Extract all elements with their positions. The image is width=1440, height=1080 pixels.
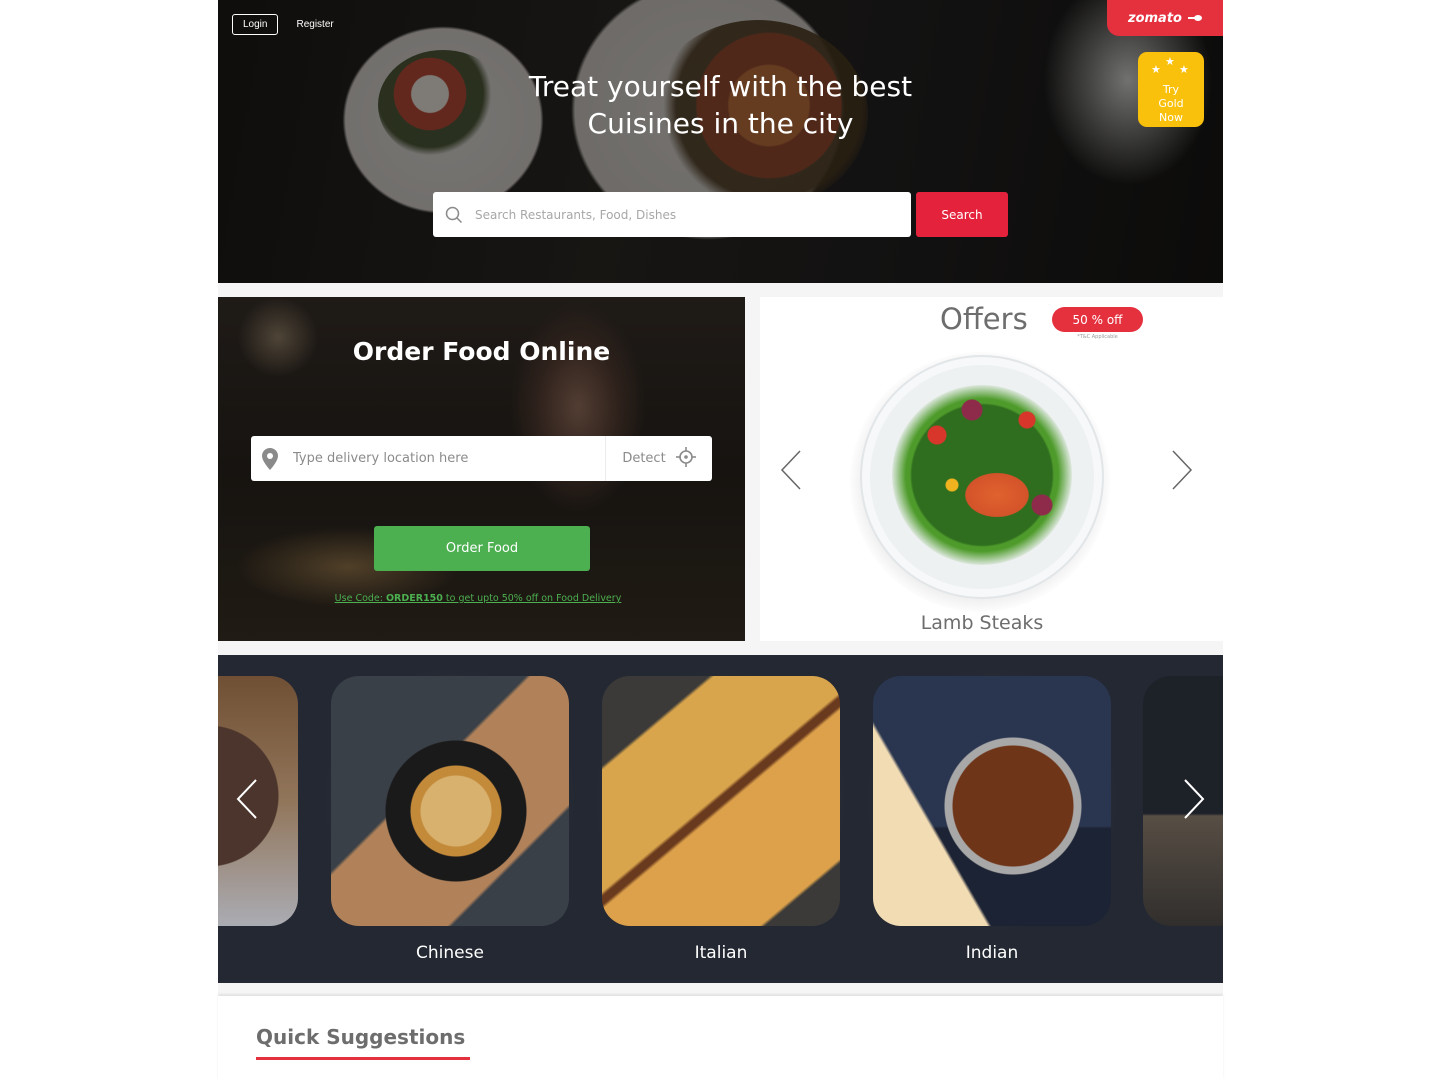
brand-name: zomato (1128, 10, 1182, 26)
register-button[interactable]: Register (296, 19, 333, 30)
detect-label: Detect (622, 451, 666, 466)
detect-location-button[interactable]: Detect (605, 436, 712, 481)
terms-note: *T&C Applicable (1077, 334, 1118, 340)
search-icon (433, 206, 475, 224)
order-food-button[interactable]: Order Food (374, 526, 590, 571)
cuisine-carousel: Chinese Italian Indian (218, 655, 1223, 983)
section-underline (256, 1057, 470, 1060)
hero-title: Treat yourself with the best Cuisines in… (218, 68, 1223, 142)
order-panel-title: Order Food Online (352, 337, 611, 366)
promo-code: ORDER150 (385, 593, 443, 604)
search-bar (433, 192, 911, 237)
zomato-logo[interactable]: zomato (1107, 0, 1223, 36)
search-button[interactable]: Search (916, 192, 1008, 237)
auth-links: Login Register (232, 14, 334, 35)
delivery-location-bar: Detect (251, 436, 712, 481)
promo-suffix: to get upto 50% off on Food Delivery (442, 593, 622, 604)
hero-banner: Login Register zomato ★ ★ ★ Try Gold Now… (218, 0, 1223, 283)
location-pin-icon (251, 447, 289, 470)
offer-next-arrow-icon[interactable] (1171, 450, 1193, 490)
offer-prev-arrow-icon[interactable] (780, 450, 802, 490)
search-input[interactable] (475, 207, 895, 222)
cuisine-next-arrow-icon[interactable] (1183, 779, 1205, 819)
cuisine-prev-arrow-icon[interactable] (236, 779, 258, 819)
cuisine-card-chinese[interactable] (331, 676, 569, 926)
promo-prefix: Use Code: (334, 593, 386, 604)
cuisine-card-dessert[interactable] (218, 676, 298, 926)
cuisine-card-indian[interactable] (873, 676, 1111, 926)
offers-title: Offers (940, 302, 1028, 336)
cuisine-card-italian[interactable] (602, 676, 840, 926)
hero-title-line-1: Treat yourself with the best (528, 70, 913, 103)
cuisine-label: Italian (694, 943, 748, 963)
offer-dish-name: Lamb Steaks (920, 612, 1044, 634)
login-button[interactable]: Login (232, 14, 279, 35)
cuisine-label: Indian (965, 943, 1019, 963)
crosshair-icon (675, 446, 696, 471)
hero-title-line-2: Cuisines in the city (587, 107, 854, 140)
quick-suggestions-title: Quick Suggestions (256, 1025, 466, 1049)
delivery-location-input[interactable] (289, 451, 604, 466)
offer-dish-image[interactable] (860, 355, 1104, 599)
promo-code-link[interactable]: Use Code: ORDER150 to get upto 50% off o… (218, 593, 738, 604)
discount-badge: 50 % off (1052, 307, 1143, 332)
dish-food (892, 385, 1072, 565)
spoon-icon (1187, 15, 1202, 21)
cuisine-label: Chinese (416, 943, 484, 963)
offers-panel: Offers 50 % off *T&C Applicable Lamb Ste… (760, 297, 1223, 641)
order-food-panel: Order Food Online Detect Order Food Use … (218, 297, 745, 641)
page: Login Register zomato ★ ★ ★ Try Gold Now… (218, 0, 1223, 1080)
